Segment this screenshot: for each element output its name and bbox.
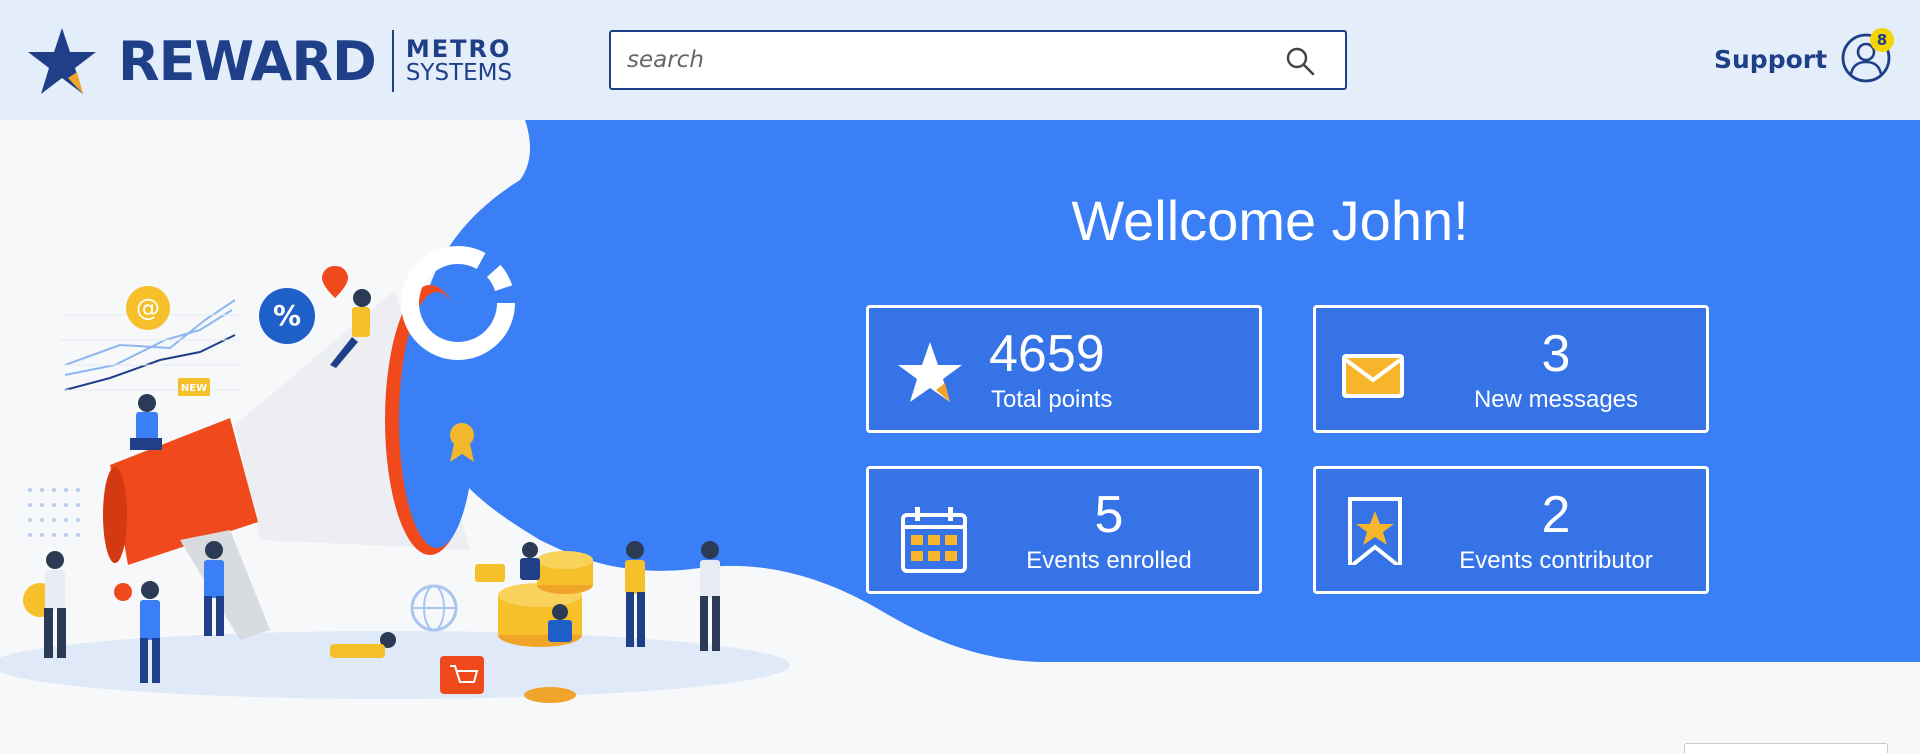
cart-icon	[440, 656, 484, 694]
total-points-card[interactable]: 4659 Total points	[866, 305, 1262, 433]
svg-text:%: %	[273, 299, 301, 332]
logo-text: REWARD	[118, 29, 377, 93]
hero-illustration: @ % NEW	[0, 120, 1920, 703]
envelope-icon	[1342, 354, 1404, 398]
location-pin-icon	[322, 266, 348, 298]
new-messages-value: 3	[1541, 325, 1571, 383]
svg-text:@: @	[136, 294, 160, 322]
hero-banner: @ % NEW Wellcome John!	[0, 120, 1920, 750]
welcome-heading: Wellcome John!	[1071, 189, 1469, 252]
reward-logo[interactable]: REWARD METRO SYSTEMS	[28, 26, 512, 96]
events-contributor-value: 2	[1541, 486, 1571, 544]
dot-grid	[28, 488, 80, 537]
top-header: REWARD METRO SYSTEMS Support 8	[0, 0, 1920, 120]
events-contributor-card[interactable]: 2 Events contributor	[1313, 466, 1709, 594]
events-enrolled-card[interactable]: 5 Events enrolled	[866, 466, 1262, 594]
svg-text:NEW: NEW	[181, 383, 207, 394]
total-points-value: 4659	[989, 325, 1105, 383]
calendar-icon	[901, 507, 967, 573]
logo-divider	[391, 30, 394, 92]
logo-systems: SYSTEMS	[405, 60, 513, 86]
search-icon[interactable]	[1285, 46, 1315, 76]
events-enrolled-value: 5	[1094, 486, 1124, 544]
star-icon	[898, 342, 962, 402]
notification-badge: 8	[1870, 28, 1894, 52]
logo-metro: METRO	[405, 35, 512, 63]
search-input[interactable]	[611, 32, 1251, 88]
bottom-right-panel-edge[interactable]	[1684, 743, 1888, 753]
support-link[interactable]: Support	[1714, 45, 1827, 74]
bookmark-star-icon	[1348, 497, 1402, 565]
events-enrolled-label: Events enrolled	[1026, 547, 1192, 574]
search-box	[609, 30, 1347, 90]
total-points-label: Total points	[991, 386, 1113, 413]
new-messages-label: New messages	[1473, 386, 1639, 413]
logo-subtitle: METRO SYSTEMS	[406, 37, 512, 85]
new-messages-card[interactable]: 3 New messages	[1313, 305, 1709, 433]
logo-star-icon	[28, 28, 96, 94]
events-contributor-label: Events contributor	[1459, 547, 1653, 574]
